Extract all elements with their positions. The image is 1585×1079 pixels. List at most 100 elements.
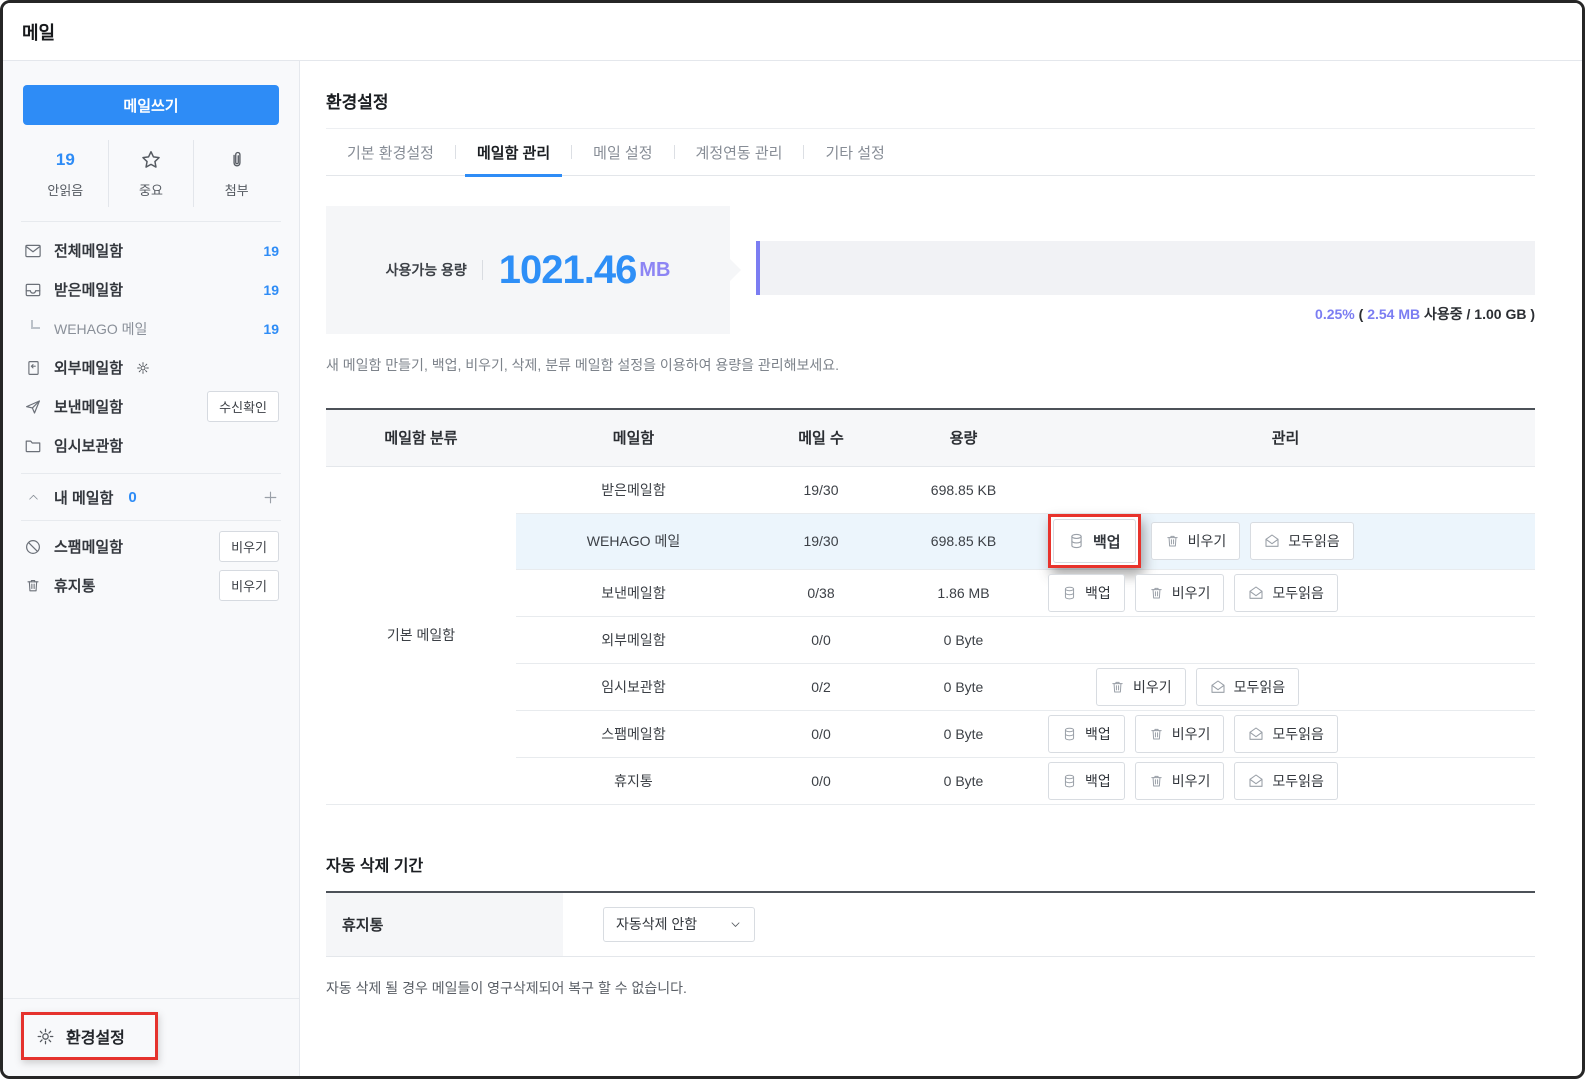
- mail-open-icon: [1248, 773, 1264, 789]
- usage-hint-text: 새 메일함 만들기, 백업, 비우기, 삭제, 분류 메일함 설정을 이용하여 …: [326, 355, 1535, 375]
- backup-label: 백업: [1085, 724, 1111, 744]
- paperclip-icon: [227, 148, 247, 172]
- backup-label: 백업: [1093, 531, 1121, 552]
- folder-label: 휴지통: [54, 575, 95, 596]
- mailbox-size: 0 Byte: [891, 710, 1036, 757]
- read-all-button[interactable]: 모두읽음: [1234, 762, 1338, 800]
- backup-button[interactable]: 백업: [1048, 574, 1125, 612]
- folder-label: 임시보관함: [54, 435, 123, 456]
- usage-progress-fill: [756, 241, 760, 295]
- backup-button[interactable]: 백업: [1053, 519, 1136, 563]
- backup-button[interactable]: 백업: [1048, 715, 1125, 753]
- my-mailbox-count: 0: [128, 489, 136, 506]
- mail-count: 0/0: [751, 710, 891, 757]
- receipt-check-button[interactable]: 수신확인: [207, 391, 279, 422]
- folder-label: 내 메일함: [54, 487, 113, 508]
- auto-delete-row-label: 휴지통: [326, 893, 563, 956]
- backup-highlight-box: 백업: [1048, 514, 1141, 568]
- mailbox-name: 스팸메일함: [516, 710, 751, 757]
- folder-count: 19: [263, 243, 279, 259]
- read-all-label: 모두읽음: [1272, 771, 1324, 791]
- empty-button[interactable]: 비우기: [1135, 762, 1225, 800]
- sidebar-item-sent[interactable]: 보낸메일함 수신확인: [3, 387, 299, 426]
- available-capacity: 사용가능 용량 1021.46 MB: [326, 206, 730, 334]
- auto-delete-note: 자동 삭제 될 경우 메일들이 영구삭제되어 복구 할 수 없습니다.: [326, 978, 1535, 998]
- col-header-mail-count: 메일 수: [751, 409, 891, 466]
- empty-button[interactable]: 비우기: [1135, 574, 1225, 612]
- empty-button[interactable]: 비우기: [1151, 522, 1241, 560]
- mail-open-icon: [1248, 726, 1264, 742]
- mailbox-size: 0 Byte: [891, 757, 1036, 804]
- sidebar-item-spam[interactable]: 스팸메일함 비우기: [3, 527, 299, 566]
- mail-count: 19/30: [751, 513, 891, 569]
- app-title: 메일: [22, 19, 55, 45]
- read-all-button[interactable]: 모두읽음: [1234, 574, 1338, 612]
- read-all-label: 모두읽음: [1288, 531, 1340, 551]
- read-all-button[interactable]: 모두읽음: [1234, 715, 1338, 753]
- folder-label: 전체메일함: [54, 240, 123, 261]
- stat-attachment[interactable]: 첨부: [193, 140, 279, 207]
- manage-cell: [1036, 466, 1535, 513]
- sidebar-item-external-mail[interactable]: 외부메일함: [3, 348, 299, 387]
- table-row-inbox: 기본 메일함 받은메일함 19/30 698.85 KB: [326, 466, 1535, 513]
- trash-icon: [23, 577, 43, 594]
- mail-open-icon: [1210, 679, 1226, 695]
- col-header-manage: 관리: [1036, 409, 1535, 466]
- stat-starred[interactable]: 중요: [108, 140, 194, 207]
- manage-cell: 백업 비우기 모두읽음: [1036, 710, 1535, 757]
- folder-count: 19: [263, 282, 279, 298]
- empty-trash-button[interactable]: 비우기: [219, 570, 279, 601]
- manage-cell: 백업 비우기 모두읽음: [1036, 513, 1535, 569]
- tab-other-settings[interactable]: 기타 설정: [804, 129, 905, 175]
- trash-icon: [1165, 533, 1180, 549]
- mailbox-size: 1.86 MB: [891, 569, 1036, 616]
- manage-cell: 백업 비우기 모두읽음: [1036, 569, 1535, 616]
- settings-button[interactable]: 환경설정: [21, 1012, 158, 1060]
- col-header-mailbox: 메일함: [516, 409, 751, 466]
- col-header-size: 용량: [891, 409, 1036, 466]
- chevron-down-icon: [729, 918, 742, 931]
- sidebar-item-my-mailbox[interactable]: 내 메일함 0: [3, 474, 299, 520]
- stat-unread[interactable]: 19 안읽음: [23, 140, 108, 207]
- page-title: 환경설정: [326, 88, 1535, 129]
- sidebar-item-wehago-mail[interactable]: WEHAGO 메일 19: [3, 309, 299, 348]
- sidebar-item-all-mail[interactable]: 전체메일함 19: [3, 231, 299, 270]
- folder-label: 받은메일함: [54, 279, 123, 300]
- add-mailbox-icon[interactable]: [262, 489, 279, 506]
- settings-tabs: 기본 환경설정 메일함 관리 메일 설정 계정연동 관리 기타 설정: [326, 129, 1535, 176]
- tab-mailbox-management[interactable]: 메일함 관리: [456, 129, 571, 175]
- tab-account-link[interactable]: 계정연동 관리: [675, 129, 804, 175]
- folder-list: 전체메일함 19 받은메일함 19 WEHAGO 메일 19: [3, 222, 299, 605]
- database-icon: [1062, 585, 1077, 601]
- sidebar-item-inbox[interactable]: 받은메일함 19: [3, 270, 299, 309]
- capacity-unit: MB: [639, 259, 670, 282]
- block-icon: [23, 538, 43, 556]
- folder-label: WEHAGO 메일: [54, 319, 147, 339]
- usage-bar-area: 0.25% ( 2.54 MB 사용중 / 1.00 GB ): [730, 206, 1535, 334]
- empty-label: 비우기: [1172, 771, 1211, 791]
- empty-button[interactable]: 비우기: [1096, 668, 1186, 706]
- empty-button[interactable]: 비우기: [1135, 715, 1225, 753]
- mailbox-group-label: 기본 메일함: [326, 466, 516, 804]
- mailbox-name: 외부메일함: [516, 616, 751, 663]
- sidebar-item-drafts[interactable]: 임시보관함: [3, 426, 299, 465]
- empty-spam-button[interactable]: 비우기: [219, 531, 279, 562]
- sidebar-divider: [21, 520, 281, 521]
- mail-stats: 19 안읽음 중요 첨부: [23, 140, 279, 221]
- folder-settings-gear-icon[interactable]: [136, 361, 150, 375]
- folder-label: 외부메일함: [54, 357, 123, 378]
- mailbox-name: WEHAGO 메일: [516, 513, 751, 569]
- tab-mail-settings[interactable]: 메일 설정: [572, 129, 673, 175]
- read-all-button[interactable]: 모두읽음: [1196, 668, 1300, 706]
- sidebar-item-trash[interactable]: 휴지통 비우기: [3, 566, 299, 605]
- manage-cell: 비우기 모두읽음: [1036, 663, 1535, 710]
- auto-delete-select[interactable]: 자동삭제 안함: [603, 907, 755, 942]
- chevron-up-icon[interactable]: [23, 491, 43, 504]
- empty-label: 비우기: [1133, 677, 1172, 697]
- tab-basic-settings[interactable]: 기본 환경설정: [326, 129, 455, 175]
- compose-button[interactable]: 메일쓰기: [23, 85, 279, 125]
- read-all-button[interactable]: 모두읽음: [1250, 522, 1354, 560]
- backup-button[interactable]: 백업: [1048, 762, 1125, 800]
- trash-icon: [1110, 679, 1125, 695]
- empty-label: 비우기: [1188, 531, 1227, 551]
